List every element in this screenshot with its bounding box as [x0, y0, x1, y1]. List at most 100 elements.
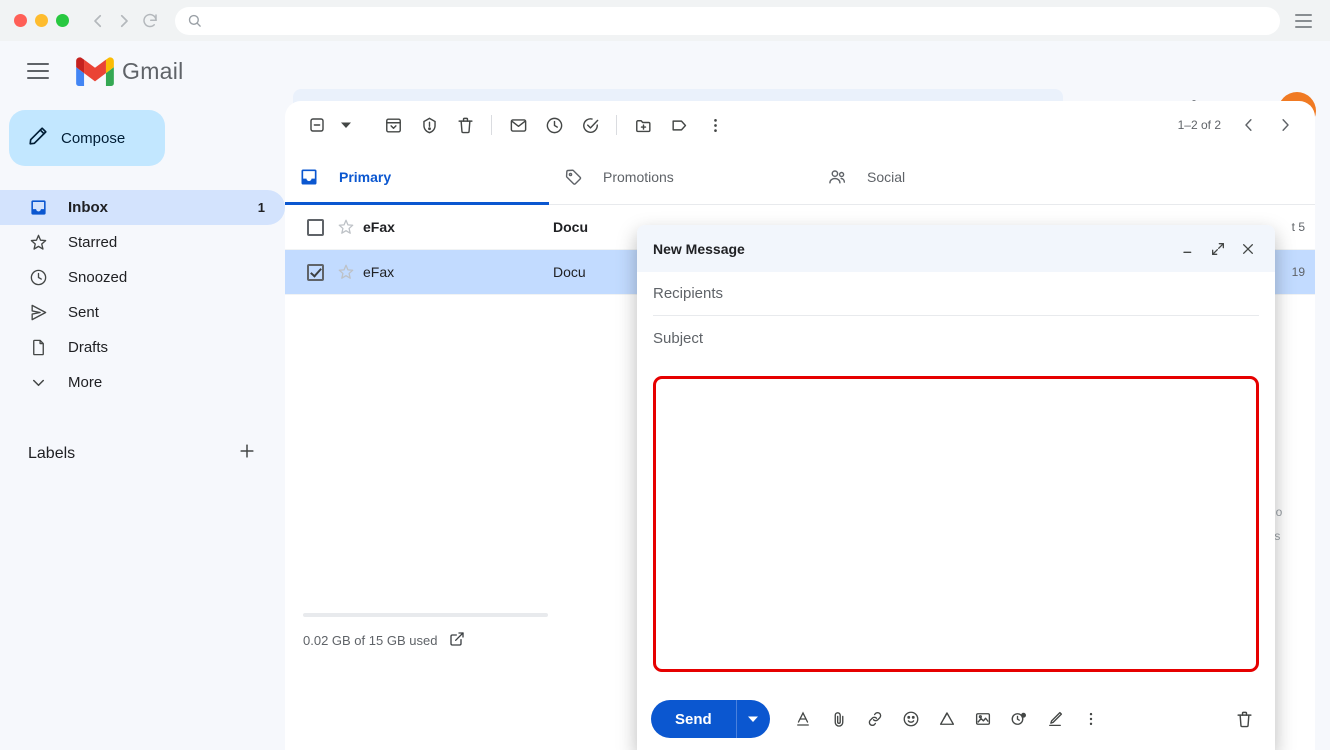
external-link-icon[interactable] — [449, 631, 465, 650]
archive-icon[interactable] — [375, 107, 411, 143]
next-page-icon[interactable] — [1269, 109, 1301, 141]
gmail-app-window: Gmail Search in mail Compose Inbox 1 Sta… — [0, 0, 1330, 750]
storage-progress-bar — [303, 613, 548, 617]
attach-file-icon[interactable] — [822, 702, 856, 736]
inbox-icon — [28, 198, 48, 217]
tab-promotions[interactable]: Promotions — [549, 149, 813, 204]
tab-primary[interactable]: Primary — [285, 149, 549, 205]
add-to-tasks-icon[interactable] — [572, 107, 608, 143]
back-icon[interactable] — [85, 8, 111, 34]
sidebar-item-label: Sent — [68, 304, 99, 321]
minimize-icon[interactable] — [1173, 234, 1203, 264]
label-icon[interactable] — [661, 107, 697, 143]
tag-icon — [563, 167, 583, 187]
confidential-mode-icon[interactable] — [1002, 702, 1036, 736]
mark-unread-icon[interactable] — [500, 107, 536, 143]
labels-title: Labels — [28, 444, 76, 462]
insert-photo-icon[interactable] — [966, 702, 1000, 736]
inbox-tab-icon — [299, 167, 319, 187]
document-icon — [28, 338, 48, 357]
sidebar-item-sent[interactable]: Sent — [0, 295, 285, 330]
sidebar-item-starred[interactable]: Starred — [0, 225, 285, 260]
star-icon[interactable] — [329, 218, 363, 236]
report-spam-icon[interactable] — [411, 107, 447, 143]
forward-icon[interactable] — [111, 8, 137, 34]
compose-title: New Message — [653, 240, 745, 257]
star-icon[interactable] — [329, 263, 363, 281]
discard-draft-icon[interactable] — [1227, 702, 1261, 736]
previous-page-icon[interactable] — [1233, 109, 1265, 141]
sidebar-item-inbox[interactable]: Inbox 1 — [0, 190, 285, 225]
gmail-m-icon — [76, 56, 114, 86]
sidebar-item-label: Snoozed — [68, 269, 128, 286]
inbox-category-tabs: Primary Promotions Social — [285, 149, 1315, 205]
pagination-controls: 1–2 of 2 — [1178, 109, 1301, 141]
send-icon — [28, 303, 48, 322]
toolbar-divider — [616, 115, 617, 135]
recipients-field[interactable]: Recipients — [653, 272, 1259, 316]
pencil-icon — [27, 125, 49, 151]
more-options-icon[interactable] — [1074, 702, 1108, 736]
star-icon — [28, 233, 48, 252]
insert-emoji-icon[interactable] — [894, 702, 928, 736]
maximize-window-button[interactable] — [56, 14, 69, 27]
delete-icon[interactable] — [447, 107, 483, 143]
main-menu-icon[interactable] — [14, 47, 62, 95]
plus-icon[interactable] — [237, 441, 257, 466]
compose-header[interactable]: New Message — [637, 225, 1275, 272]
more-vertical-icon[interactable] — [697, 107, 733, 143]
sidebar-nav: Inbox 1 Starred Snoozed Sent Drafts More — [0, 190, 285, 400]
sidebar-item-drafts[interactable]: Drafts — [0, 330, 285, 365]
sidebar-item-more[interactable]: More — [0, 365, 285, 400]
compose-footer: Send — [637, 688, 1275, 750]
clock-icon — [28, 268, 48, 287]
recipients-placeholder: Recipients — [653, 285, 724, 302]
sidebar-item-label: More — [68, 374, 103, 391]
tab-social[interactable]: Social — [813, 149, 1077, 204]
select-all-dropdown-icon[interactable] — [335, 107, 357, 143]
browser-menu-icon[interactable] — [1290, 8, 1316, 34]
toolbar-divider — [491, 115, 492, 135]
formatting-icon[interactable] — [786, 702, 820, 736]
compose-button[interactable]: Compose — [9, 110, 165, 166]
window-traffic-lights — [14, 14, 69, 27]
inbox-unread-count: 1 — [257, 200, 265, 215]
pagination-range: 1–2 of 2 — [1177, 118, 1221, 132]
reload-icon[interactable] — [137, 8, 163, 34]
row-checkbox[interactable] — [301, 218, 329, 236]
snooze-icon[interactable] — [536, 107, 572, 143]
move-to-folder-icon[interactable] — [625, 107, 661, 143]
address-bar[interactable] — [175, 6, 1280, 35]
compose-button-label: Compose — [61, 129, 126, 147]
close-icon[interactable] — [1233, 234, 1263, 264]
sidebar-item-snoozed[interactable]: Snoozed — [0, 260, 285, 295]
row-checkbox[interactable] — [301, 263, 329, 281]
tab-label: Primary — [339, 168, 392, 185]
minimize-window-button[interactable] — [35, 14, 48, 27]
subject-field[interactable]: Subject — [653, 316, 1259, 360]
sidebar-item-label: Inbox — [68, 199, 108, 216]
browser-toolbar — [0, 0, 1330, 41]
compose-body-wrapper — [637, 360, 1275, 688]
labels-section-header: Labels — [0, 436, 285, 471]
gmail-logo-text: Gmail — [122, 57, 184, 84]
close-window-button[interactable] — [14, 14, 27, 27]
tab-label: Social — [867, 168, 906, 185]
compose-window: New Message Recipients Subject Send — [637, 225, 1275, 750]
expand-icon[interactable] — [1203, 234, 1233, 264]
select-all-checkbox[interactable] — [299, 107, 335, 143]
email-sender: eFax — [363, 264, 395, 280]
sidebar-item-label: Drafts — [68, 339, 109, 356]
insert-drive-icon[interactable] — [930, 702, 964, 736]
insert-signature-icon[interactable] — [1038, 702, 1072, 736]
people-icon — [827, 167, 847, 187]
mail-toolbar: 1–2 of 2 — [285, 101, 1315, 149]
sidebar: Compose Inbox 1 Starred Snoozed Sent Dra… — [0, 101, 285, 750]
send-options-icon[interactable] — [735, 700, 770, 738]
send-button-group[interactable]: Send — [651, 700, 770, 738]
send-button[interactable]: Send — [651, 711, 736, 728]
tab-label: Promotions — [603, 168, 674, 185]
message-body-input[interactable] — [653, 376, 1259, 672]
insert-link-icon[interactable] — [858, 702, 892, 736]
chevron-down-icon — [28, 373, 48, 392]
